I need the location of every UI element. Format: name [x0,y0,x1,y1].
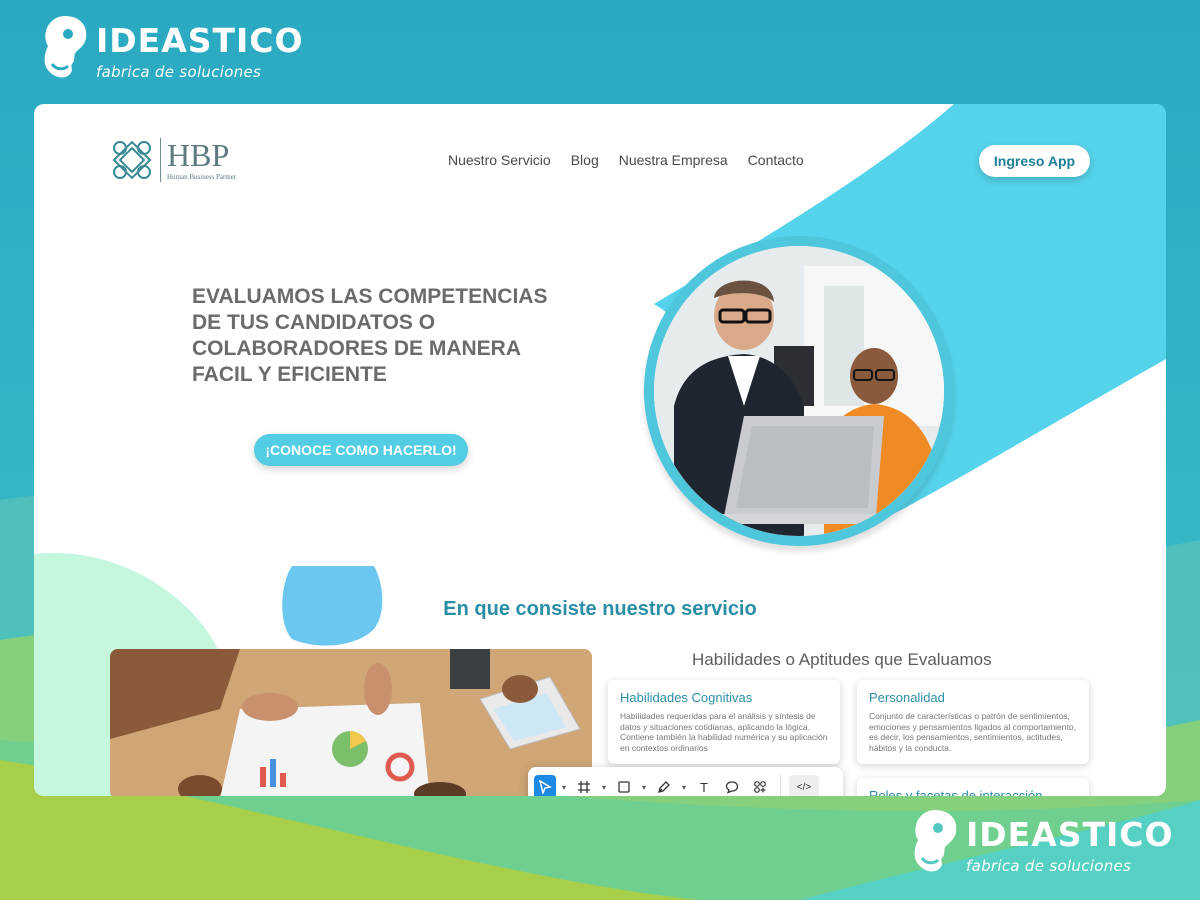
brand-tagline: fabrica de soluciones [96,62,262,81]
skill-card-title: Habilidades Cognitivas [620,690,753,705]
select-tool-icon[interactable] [534,775,556,796]
logo-divider [160,138,161,182]
brand-name: IDEASTICO [966,814,1174,854]
skill-card-personality[interactable]: Personalidad Conjunto de características… [857,680,1089,764]
skills-title: Habilidades o Aptitudes que Evaluamos [692,650,992,669]
nav-item-contacto[interactable]: Contacto [748,152,804,168]
chevron-down-icon[interactable]: ▾ [560,775,568,796]
frame-tool-icon[interactable] [572,775,596,796]
cta-button[interactable]: ¡CONOCE COMO HACERLO! [254,434,468,466]
hbp-logo[interactable]: HBP Human Business Partner [108,136,236,184]
comment-tool-icon[interactable] [720,775,744,796]
ideastico-logo-bottom: IDEASTICO fabrica de soluciones [910,806,1174,886]
hero-title: EVALUAMOS LAS COMPETENCIAS DE TUS CANDID… [192,285,548,386]
skill-card-roles[interactable]: Roles y facetas de interacción [857,778,1089,796]
skill-card-description: Habilidades requeridas para el análisis … [620,711,828,753]
nav-item-blog[interactable]: Blog [571,152,599,168]
brand-tagline: fabrica de soluciones [966,856,1132,875]
knot-logo-icon [112,140,152,180]
pen-tool-icon[interactable] [652,775,676,796]
text-tool-icon[interactable]: T [692,775,716,796]
website-mockup: HBP Human Business Partner Nuestro Servi… [34,104,1166,796]
skill-card-cognitive[interactable]: Habilidades Cognitivas Habilidades reque… [608,680,840,764]
login-button[interactable]: Ingreso App [979,145,1090,177]
main-nav: Nuestro Servicio Blog Nuestra Empresa Co… [448,152,804,168]
brand-name: IDEASTICO [96,20,304,60]
ideastico-mascot-icon [44,16,87,78]
chevron-down-icon[interactable]: ▾ [680,775,688,796]
dev-mode-icon[interactable]: </> [789,775,819,796]
logo-subtitle: Human Business Partner [167,173,237,181]
work-photo [110,649,592,796]
toolbar-divider [780,775,781,796]
ideastico-mascot-icon [914,810,957,872]
service-title: En que consiste nuestro servicio [443,598,757,620]
hero-photo [644,236,954,546]
business-meeting-illustration [654,246,944,536]
nav-item-servicio[interactable]: Nuestro Servicio [448,152,551,168]
teamwork-desk-illustration [110,649,592,796]
components-tool-icon[interactable] [748,775,772,796]
chevron-down-icon[interactable]: ▾ [600,775,608,796]
skill-card-title: Personalidad [869,690,945,705]
skill-card-description: Conjunto de características o patrón de … [869,711,1076,753]
design-toolbar: ▾ ▾ ▾ ▾ T </> [528,767,843,796]
ideastico-logo-top: IDEASTICO fabrica de soluciones [40,12,304,92]
nav-item-empresa[interactable]: Nuestra Empresa [619,152,728,168]
chevron-down-icon[interactable]: ▾ [640,775,648,796]
skill-card-title: Roles y facetas de interacción [869,788,1043,796]
shape-tool-icon[interactable] [612,775,636,796]
logo-name: HBP [167,137,230,173]
